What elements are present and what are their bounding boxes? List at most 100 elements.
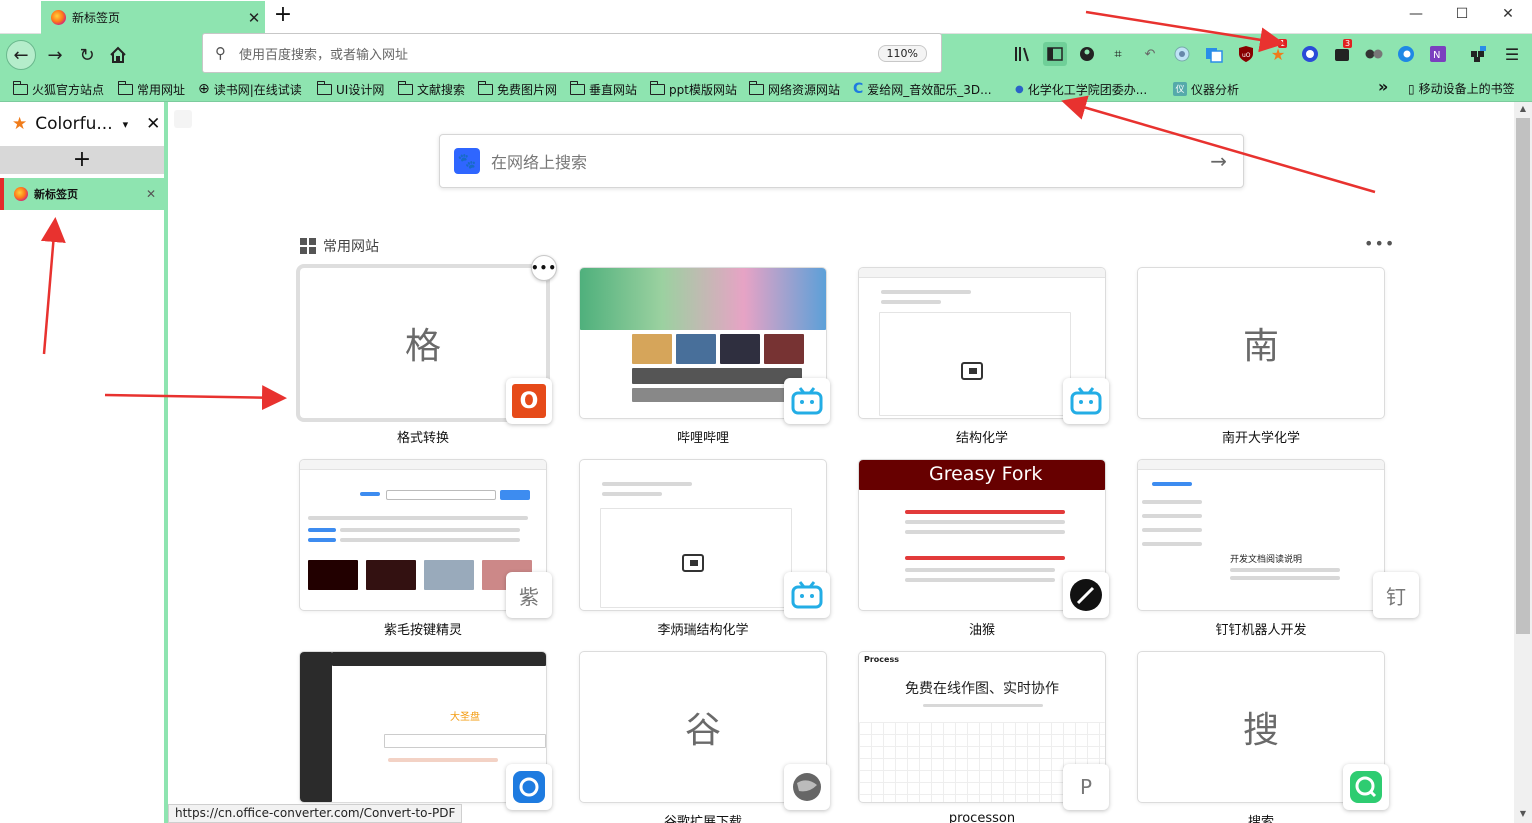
globe-icon: ⊕ [198, 81, 210, 97]
search-app-icon [1343, 764, 1389, 810]
processon-headline: 免费在线作图、实时协作 [905, 681, 1059, 697]
url-bar[interactable]: ⚲ 使用百度搜索，或者输入网址 110% [202, 33, 942, 73]
ublock-icon[interactable]: uO [1236, 44, 1256, 64]
tile-label: 油猴 [968, 623, 995, 638]
bookmark-item[interactable]: 垂直网站 [569, 80, 637, 98]
url-placeholder: 使用百度搜索，或者输入网址 [239, 47, 409, 63]
more-bookmarks-chevron-icon[interactable]: » [1378, 77, 1388, 96]
sidebar-tab-item[interactable]: 新标签页 ✕ [0, 178, 164, 210]
minimize-button[interactable]: — [1401, 6, 1431, 28]
bookmark-item[interactable]: ● 化学化工学院团委办... [1015, 80, 1147, 98]
forward-button[interactable]: → [40, 40, 70, 70]
sidebar-tab-close-icon[interactable]: ✕ [146, 187, 156, 201]
bookmark-item[interactable]: 网络资源网站 [748, 80, 840, 98]
sidebar-title[interactable]: Colorfu... [35, 114, 112, 134]
colorful-tabs-icon[interactable]: ★ 1 [1268, 39, 1288, 64]
web-search-placeholder: 在网络上搜索 [491, 153, 588, 172]
tile-badge-letter: 钉 [1373, 572, 1419, 618]
firefox-icon [14, 187, 28, 201]
site-square-icon: 仪 [1173, 82, 1187, 96]
tile-label: 紫毛按键精灵 [383, 623, 462, 638]
tile-label: 格式转换 [396, 431, 449, 446]
page-menu-square[interactable] [174, 110, 192, 128]
web-search-box[interactable]: 🐾 在网络上搜索 → [439, 134, 1244, 188]
more-options-icon[interactable]: ••• [1364, 234, 1395, 253]
bilibili-icon [784, 378, 830, 424]
account-icon[interactable] [1077, 44, 1097, 64]
tile-label: 钉钉机器人开发 [1215, 623, 1307, 638]
folder-icon [316, 80, 332, 95]
arrow-right-icon: → [47, 44, 63, 66]
translate-icon[interactable] [1204, 44, 1224, 64]
new-tab-button[interactable]: + [272, 4, 294, 27]
bookmark-item[interactable]: 常用网址 [117, 80, 185, 98]
bookmark-item[interactable]: C 爱给网_音效配乐_3D... [853, 80, 992, 98]
folder-icon [117, 80, 133, 95]
greasy-fork-icon [1063, 572, 1109, 618]
maximize-button[interactable]: ☐ [1447, 6, 1477, 28]
globe-icon [784, 764, 830, 810]
bookmark-item[interactable]: ppt模版网站 [649, 80, 737, 98]
processon-brand: Process [864, 655, 899, 664]
extensions-puzzle-icon[interactable] [1468, 44, 1488, 64]
tile-label: 南开大学化学 [1221, 431, 1300, 446]
scroll-down-arrow-icon[interactable]: ▼ [1514, 809, 1532, 821]
mobile-bookmarks[interactable]: ▯ 移动设备上的书签 [1408, 80, 1515, 97]
close-window-button[interactable]: ✕ [1493, 6, 1523, 28]
bookmark-item[interactable]: ⊕ 读书网|在线试读 [198, 80, 302, 98]
bookmark-item[interactable]: UI设计网 [316, 80, 384, 98]
reload-button[interactable]: ↻ [72, 40, 102, 70]
vertical-scrollbar[interactable]: ▲ ▼ [1514, 102, 1532, 823]
star-icon: ★ [12, 114, 28, 134]
home-button[interactable] [103, 40, 133, 70]
home-icon [110, 46, 126, 63]
tile-label: 哔哩哔哩 [676, 431, 729, 446]
chevron-down-icon[interactable]: ▾ [123, 118, 129, 131]
tab-title: 新标签页 [72, 11, 121, 25]
tile-label: 结构化学 [955, 431, 1008, 446]
tile-label: processon [948, 811, 1016, 823]
tile-options-button[interactable]: ••• [531, 255, 557, 281]
edge-like-icon[interactable] [1396, 44, 1416, 64]
tab-new-tab[interactable]: 新标签页 ✕ [41, 1, 265, 34]
zoom-level-button[interactable]: 110% [877, 44, 927, 62]
top-site-tile[interactable]: 南 [1138, 268, 1384, 418]
screenshot-icon[interactable]: ⌗ [1108, 44, 1128, 64]
bookmark-item[interactable]: 文献搜索 [397, 80, 465, 98]
onenote-icon[interactable]: N [1428, 44, 1448, 64]
tab-sidebar: ★ Colorfu... ▾ ✕ + 新标签页 ✕ [0, 102, 168, 823]
folder-icon [569, 80, 585, 95]
library-icon[interactable] [1013, 44, 1033, 64]
dashengpan-logo: 大圣盘 [450, 712, 480, 723]
bookmark-item[interactable]: 火狐官方站点 [12, 80, 104, 98]
close-sidebar-icon[interactable]: ✕ [146, 114, 160, 134]
status-link-url: https://cn.office-converter.com/Convert-… [168, 804, 463, 823]
menu-icon[interactable]: ☰ [1502, 44, 1522, 64]
sidebar-toggle-icon[interactable] [1043, 42, 1067, 66]
greasy-fork-header: Greasy Fork [929, 463, 1043, 485]
bilibili-icon [1063, 378, 1109, 424]
back-button[interactable]: ← [6, 40, 36, 70]
dark-extension-icon[interactable]: 3 [1332, 39, 1353, 64]
tile-badge-letter: P [1063, 764, 1109, 810]
scroll-thumb[interactable] [1516, 118, 1530, 634]
svg-text:uO: uO [1242, 52, 1251, 59]
undo-close-icon[interactable]: ↶ [1140, 44, 1160, 64]
tampermonkey-icon[interactable] [1364, 44, 1384, 64]
folder-icon [748, 80, 764, 95]
tile-label: 李炳瑞结构化学 [657, 623, 749, 638]
bug-extension-icon[interactable] [1300, 44, 1320, 64]
sidebar-new-tab-button[interactable]: + [0, 146, 164, 174]
dingtalk-heading: 开发文档阅读说明 [1230, 555, 1303, 565]
arrow-right-icon[interactable]: → [1210, 149, 1227, 173]
site-c-icon: C [853, 81, 864, 97]
tab-close-icon[interactable]: ✕ [243, 9, 265, 27]
scroll-up-arrow-icon[interactable]: ▲ [1514, 104, 1532, 116]
bookmark-item[interactable]: 免费图片网 [477, 80, 557, 98]
svg-text:N: N [1433, 50, 1440, 61]
bookmark-item[interactable]: 仪仪器分析 [1173, 80, 1239, 98]
baidu-paw-icon: 🐾 [454, 148, 480, 174]
extension-circle-icon[interactable] [1172, 44, 1192, 64]
dingtalk-docs-thumbnail: 开发文档阅读说明 [1138, 460, 1384, 610]
top-site-tile[interactable]: 开发文档阅读说明 [1138, 460, 1384, 610]
